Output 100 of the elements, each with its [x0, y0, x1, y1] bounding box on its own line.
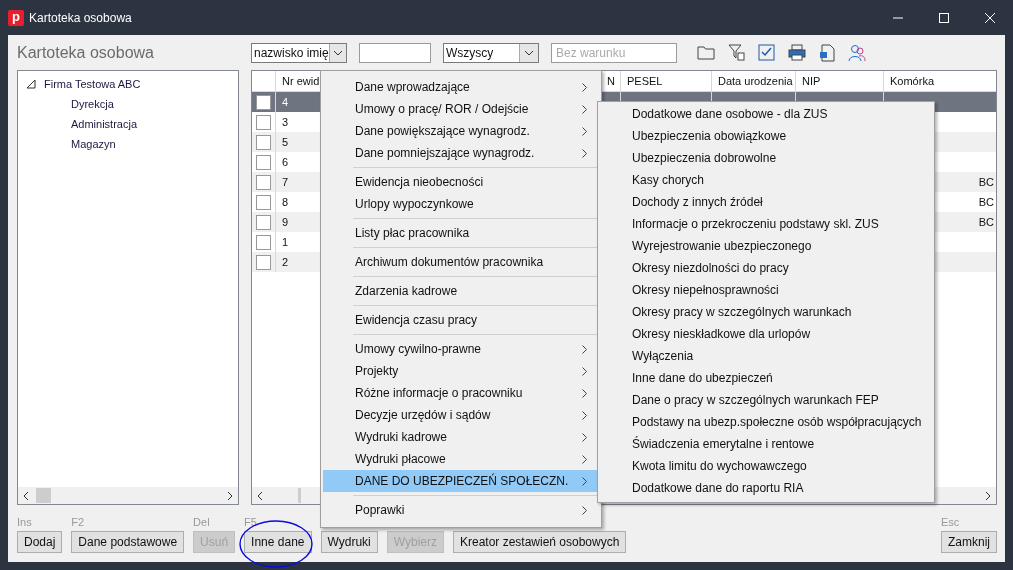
- menu-item[interactable]: Różne informacje o pracowniku: [323, 382, 599, 404]
- menu-item[interactable]: Poprawki: [323, 499, 599, 521]
- menu-item[interactable]: Dodatkowe dane do raportu RIA: [600, 477, 932, 499]
- table-cell: BC: [978, 216, 994, 228]
- shortcut-label: F5: [244, 516, 258, 530]
- footer-button[interactable]: Wydruki: [320, 531, 378, 553]
- footer-button[interactable]: Dodaj: [17, 531, 63, 553]
- row-checkbox[interactable]: [256, 154, 271, 170]
- horizontal-scrollbar[interactable]: [18, 487, 238, 504]
- folder-icon[interactable]: [697, 45, 715, 60]
- column-header[interactable]: PESEL: [627, 75, 663, 87]
- table-cell: 6: [282, 156, 289, 168]
- table-cell: 9: [282, 216, 289, 228]
- menu-item[interactable]: Inne dane do ubezpieczeń: [600, 367, 932, 389]
- menu-item[interactable]: DANE DO UBEZPIECZEŃ SPOŁECZN.: [323, 470, 599, 492]
- menu-item[interactable]: Projekty: [323, 360, 599, 382]
- column-header[interactable]: Komórka: [890, 75, 935, 87]
- scroll-left-icon[interactable]: [257, 491, 263, 500]
- footer-button[interactable]: Inne dane: [244, 531, 312, 553]
- scroll-left-icon[interactable]: [23, 491, 29, 500]
- row-checkbox[interactable]: [256, 194, 271, 210]
- shortcut-label: F2: [71, 516, 86, 530]
- footer-button[interactable]: Zamknij: [941, 531, 997, 553]
- scrollbar-thumb[interactable]: [36, 488, 51, 503]
- footer-button[interactable]: Dane podstawowe: [71, 531, 185, 553]
- document-icon[interactable]: [819, 43, 835, 62]
- scrollbar-thumb[interactable]: [298, 488, 301, 503]
- filter-icon[interactable]: [728, 44, 745, 61]
- footer-button[interactable]: Kreator zestawień osobowych: [452, 531, 627, 553]
- page-heading: Kartoteka osobowa: [17, 43, 154, 61]
- row-checkbox[interactable]: [256, 134, 271, 150]
- checkbox-icon[interactable]: [758, 44, 775, 61]
- shortcut-label: Esc: [941, 516, 961, 530]
- column-header[interactable]: Nr ewid: [282, 75, 320, 87]
- row-checkbox[interactable]: [256, 214, 271, 230]
- dropdown-icon: [332, 49, 343, 56]
- tree-item[interactable]: Administracja: [71, 118, 138, 130]
- menu-item[interactable]: Dane powiększające wynagrodz.: [323, 120, 599, 142]
- table-cell: 5: [282, 136, 289, 148]
- tree-item[interactable]: Firma Testowa ABC: [44, 78, 141, 90]
- menu-item[interactable]: Kasy chorych: [600, 169, 932, 191]
- menu-item[interactable]: Ubezpieczenia obowiązkowe: [600, 125, 932, 147]
- row-checkbox[interactable]: [256, 94, 271, 110]
- shortcut-label: Ins: [17, 516, 33, 530]
- menu-item[interactable]: Okresy niepełnosprawności: [600, 279, 932, 301]
- row-checkbox[interactable]: [256, 174, 271, 190]
- row-checkbox[interactable]: [256, 234, 271, 250]
- menu-item[interactable]: Okresy pracy w szczególnych warunkach: [600, 301, 932, 323]
- column-header[interactable]: NIP: [802, 75, 821, 87]
- filter-select[interactable]: Wszyscy: [443, 42, 539, 63]
- table-cell: 2: [282, 256, 289, 268]
- menu-item[interactable]: Kwota limitu do wychowawczego: [600, 455, 932, 477]
- menu-item[interactable]: Zdarzenia kadrowe: [323, 280, 599, 302]
- menu-item[interactable]: Umowy o pracę/ ROR / Odejście: [323, 98, 599, 120]
- menu-item[interactable]: Dane wprowadzające: [323, 76, 599, 98]
- menu-item[interactable]: Dane o pracy w szczególnych warunkach FEP: [600, 389, 932, 411]
- row-checkbox[interactable]: [256, 254, 271, 270]
- menu-item[interactable]: Wyłączenia: [600, 345, 932, 367]
- menu-item[interactable]: Dochody z innych źródeł: [600, 191, 932, 213]
- scroll-right-icon[interactable]: [227, 491, 233, 500]
- menu-item[interactable]: Dodatkowe dane osobowe - dla ZUS: [600, 103, 932, 125]
- condition-field[interactable]: Bez warunku: [551, 42, 677, 63]
- dropdown-icon: [524, 49, 534, 56]
- expanded-icon[interactable]: [26, 79, 36, 89]
- menu-item[interactable]: Wydruki kadrowe: [323, 426, 599, 448]
- menu-item[interactable]: Świadczenia emerytalne i rentowe: [600, 433, 932, 455]
- menu-item[interactable]: Wyrejestrowanie ubezpieczonego: [600, 235, 932, 257]
- column-header[interactable]: Data urodzenia: [718, 75, 793, 87]
- menu-item[interactable]: Dane pomniejszające wynagrodz.: [323, 142, 599, 164]
- menu-item[interactable]: Archiwum dokumentów pracownika: [323, 251, 599, 273]
- table-cell: 7: [282, 176, 289, 188]
- table-cell: BC: [978, 176, 994, 188]
- menu-item[interactable]: Ewidencja czasu pracy: [323, 309, 599, 331]
- table-cell: 4: [282, 96, 289, 108]
- row-checkbox[interactable]: [256, 114, 271, 130]
- menu-item[interactable]: Informacje o przekroczeniu podstawy skl. ZUS: [600, 213, 932, 235]
- table-cell: 8: [282, 196, 289, 208]
- column-header[interactable]: N: [607, 75, 615, 87]
- users-icon[interactable]: [848, 43, 866, 62]
- menu-item[interactable]: Ubezpieczenia dobrowolne: [600, 147, 932, 169]
- shortcut-label: Del: [193, 516, 211, 530]
- tree-item[interactable]: Dyrekcja: [71, 98, 114, 110]
- tree-item[interactable]: Magazyn: [71, 138, 116, 150]
- menu-item[interactable]: Wydruki płacowe: [323, 448, 599, 470]
- printer-icon[interactable]: [788, 44, 806, 61]
- menu-item[interactable]: Ewidencja nieobecności: [323, 171, 599, 193]
- maximize-icon[interactable]: [938, 11, 950, 24]
- menu-item[interactable]: Umowy cywilno-prawne: [323, 338, 599, 360]
- table-cell: 1: [282, 236, 289, 248]
- scroll-right-icon[interactable]: [985, 491, 991, 500]
- search-field[interactable]: [359, 42, 431, 63]
- menu-item[interactable]: Podstawy na ubezp.społeczne osób współpracujących: [600, 411, 932, 433]
- menu-item[interactable]: Okresy nieskładkowe dla urlopów: [600, 323, 932, 345]
- app-icon: p: [8, 9, 24, 26]
- menu-item[interactable]: Decyzje urzędów i sądów: [323, 404, 599, 426]
- sort-select[interactable]: nazwisko imię: [251, 42, 347, 63]
- menu-item[interactable]: Okresy niezdolności do pracy: [600, 257, 932, 279]
- menu-item[interactable]: Listy płac pracownika: [323, 222, 599, 244]
- close-icon[interactable]: [984, 11, 996, 24]
- menu-item[interactable]: Urlopy wypoczynkowe: [323, 193, 599, 215]
